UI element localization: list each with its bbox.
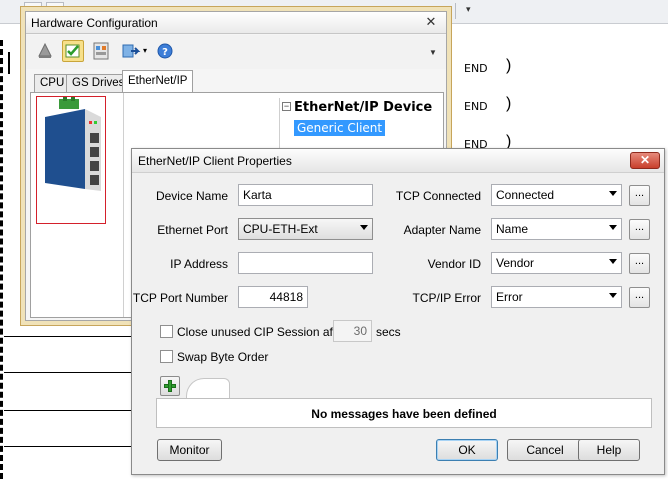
ethernet-switch-icon xyxy=(45,97,101,191)
ethernet-ip-client-properties-dialog: EtherNet/IP Client Properties ✕ Device N… xyxy=(131,148,665,475)
tcpip-error-value: Error xyxy=(496,290,523,304)
vendor-id-select[interactable]: Vendor xyxy=(491,252,622,274)
window-title: Hardware Configuration xyxy=(31,16,158,30)
ethernet-port-select[interactable]: CPU-ETH-Ext xyxy=(238,218,373,240)
tcp-connected-select[interactable]: Connected xyxy=(491,184,622,206)
chevron-down-icon xyxy=(360,225,368,230)
chevron-down-icon xyxy=(609,259,617,264)
dialog-titlebar[interactable]: EtherNet/IP Client Properties ✕ xyxy=(132,149,664,173)
swap-byte-order-checkbox[interactable] xyxy=(160,350,173,363)
help-button[interactable]: Help xyxy=(578,439,640,461)
add-message-button[interactable] xyxy=(160,376,180,396)
ladder-left-rail xyxy=(0,40,4,479)
rung-end-label: END xyxy=(464,62,488,75)
tcp-connected-label: TCP Connected xyxy=(395,189,481,203)
chevron-down-icon xyxy=(609,191,617,196)
tcp-connected-browse-button[interactable]: ... xyxy=(629,185,650,206)
collapse-icon[interactable]: − xyxy=(282,102,291,111)
vendor-id-label: Vendor ID xyxy=(427,257,481,271)
ip-address-label: IP Address xyxy=(170,257,228,271)
rung-line xyxy=(4,372,132,373)
chevron-down-icon xyxy=(609,225,617,230)
close-unused-cip-checkbox[interactable] xyxy=(160,325,173,338)
message-tab[interactable] xyxy=(186,378,230,398)
messages-panel: No messages have been defined xyxy=(156,374,652,430)
tcpip-error-browse-button[interactable]: ... xyxy=(629,287,650,308)
rung-line xyxy=(4,336,132,337)
checkmark-icon[interactable] xyxy=(62,40,84,62)
messages-list: No messages have been defined xyxy=(156,398,652,428)
tcp-port-label: TCP Port Number xyxy=(132,291,228,305)
no-messages-text: No messages have been defined xyxy=(311,407,497,421)
device-name-input[interactable]: Karta xyxy=(238,184,373,206)
ip-address-input[interactable] xyxy=(238,252,373,274)
ethernet-port-label: Ethernet Port xyxy=(157,223,228,237)
ok-button[interactable]: OK xyxy=(436,439,498,461)
rung-contact xyxy=(8,52,10,74)
device-name-label: Device Name xyxy=(155,189,228,203)
close-session-seconds-input[interactable]: 30 xyxy=(333,320,372,342)
adapter-name-select[interactable]: Name xyxy=(491,218,622,240)
coil-symbol: ) xyxy=(506,95,512,112)
adapter-name-label: Adapter Name xyxy=(403,223,481,237)
chevron-down-icon[interactable]: ▼ xyxy=(429,48,437,57)
vendor-id-value: Vendor xyxy=(496,256,535,270)
ethernet-device-thumbnail[interactable] xyxy=(36,96,106,224)
adapter-name-value: Name xyxy=(496,222,529,236)
tcp-connected-value: Connected xyxy=(496,188,555,202)
chevron-down-icon xyxy=(609,293,617,298)
tcpip-error-label: TCP/IP Error xyxy=(412,291,481,305)
tree-root-ethernet-ip-device[interactable]: EtherNet/IP Device xyxy=(294,100,432,115)
tree-item-generic-client[interactable]: Generic Client xyxy=(294,120,386,136)
tab-ethernet-ip[interactable]: EtherNet/IP xyxy=(122,70,194,92)
cancel-button[interactable]: Cancel xyxy=(507,439,583,461)
rung-end-label: END xyxy=(464,100,488,113)
swap-byte-order-label: Swap Byte Order xyxy=(177,350,269,364)
import-dropdown-icon[interactable] xyxy=(120,40,142,62)
module-list-icon[interactable] xyxy=(90,40,112,62)
tcp-port-input[interactable]: 44818 xyxy=(238,286,308,308)
coil-symbol: ) xyxy=(506,57,512,74)
bell-icon[interactable] xyxy=(34,40,56,62)
close-button[interactable]: ✕ xyxy=(630,152,660,169)
seconds-unit-label: secs xyxy=(376,325,401,339)
vendor-id-browse-button[interactable]: ... xyxy=(629,253,650,274)
pane-divider xyxy=(123,93,124,317)
tab-gs-drives[interactable]: GS Drives xyxy=(66,74,131,92)
chevron-down-icon[interactable]: ▾ xyxy=(140,40,150,62)
ethernet-port-value: CPU-ETH-Ext xyxy=(243,222,318,236)
tab-cpu[interactable]: CPU xyxy=(34,74,71,92)
toolbar-separator xyxy=(455,3,456,19)
chevron-down-icon[interactable]: ▾ xyxy=(466,4,471,15)
monitor-button[interactable]: Monitor xyxy=(157,439,222,461)
help-icon[interactable]: ? xyxy=(154,40,176,62)
dialog-title: EtherNet/IP Client Properties xyxy=(138,154,292,168)
rung-line xyxy=(4,410,132,411)
close-icon[interactable]: ✕ xyxy=(422,14,440,30)
hardware-toolbar: ▾ ? ▼ xyxy=(26,35,446,69)
svg-text:?: ? xyxy=(162,47,168,58)
adapter-name-browse-button[interactable]: ... xyxy=(629,219,650,240)
rung-line xyxy=(4,446,132,447)
close-unused-cip-label: Close unused CIP Session after xyxy=(177,325,347,339)
hardware-configuration-titlebar[interactable]: Hardware Configuration ✕ xyxy=(26,12,446,34)
plus-icon xyxy=(168,380,172,392)
tcpip-error-select[interactable]: Error xyxy=(491,286,622,308)
